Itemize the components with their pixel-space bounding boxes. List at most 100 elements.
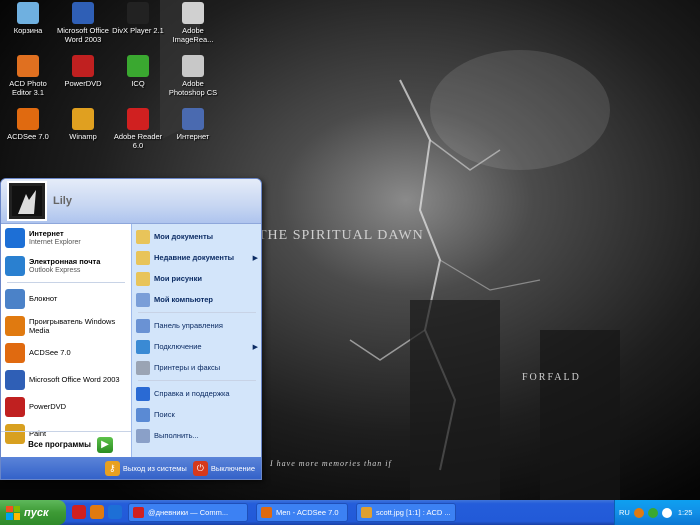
run-icon	[136, 428, 150, 443]
internet-explorer-icon[interactable]	[108, 505, 122, 519]
separator	[138, 312, 256, 313]
desktop-icon[interactable]: ACDSee 7.0	[0, 108, 56, 141]
start-menu-link[interactable]: Поиск	[132, 404, 261, 425]
start-menu-link[interactable]: Мои рисунки	[132, 268, 261, 289]
my-documents-icon	[136, 229, 150, 244]
icq-tray-icon[interactable]	[647, 507, 658, 518]
start-button[interactable]: пуск	[0, 500, 66, 525]
media-player-icon[interactable]	[90, 505, 104, 519]
opera-icon	[133, 507, 144, 518]
desktop-icon-label: PowerDVD	[64, 79, 102, 88]
desktop-icon[interactable]: ACD Photo Editor 3.1	[0, 55, 56, 97]
submenu-arrow-icon: ▶	[252, 343, 258, 351]
quick-launch	[72, 505, 122, 519]
taskbar-button-label: scott.jpg [1:1] : ACD ...	[376, 508, 451, 517]
desktop-icon-label: DivX Player 2.1	[112, 26, 164, 35]
start-menu-link-label: Панель управления	[154, 321, 223, 330]
taskbar-button[interactable]: @дневники — Comm...	[128, 503, 248, 522]
icq-icon	[127, 55, 149, 77]
start-menu-link-label: Недавние документы	[154, 253, 235, 262]
tray-app-icon[interactable]	[633, 507, 644, 518]
user-picture-icon	[12, 186, 42, 216]
control-panel-icon	[136, 318, 150, 333]
start-menu-link[interactable]: Мои документы	[132, 226, 261, 247]
word-icon	[5, 369, 25, 390]
start-menu: Lily Интернет Internet Explorer Электронна…	[0, 178, 262, 480]
language-indicator[interactable]: RU	[619, 508, 630, 517]
winamp-icon	[72, 108, 94, 130]
clock[interactable]: 1:25	[678, 508, 693, 517]
printers-icon	[136, 360, 150, 375]
desktop-icon[interactable]: Adobe ImageRea...	[165, 2, 221, 44]
internet-explorer-icon	[5, 228, 25, 248]
key-icon: ⚷	[104, 460, 120, 476]
start-menu-right-pane: Мои документы Недавние документы ▶ Мои рису…	[131, 224, 261, 457]
pinned-item-subtitle: Outlook Express	[29, 267, 81, 274]
start-menu-link[interactable]: Мой компьютер	[132, 289, 261, 310]
logoff-button[interactable]: ⚷ Выход из системы	[104, 460, 187, 476]
start-menu-left-pane: Интернет Internet Explorer Электронная поч…	[1, 224, 131, 457]
desktop-icon-label: Microsoft Office Word 2003	[57, 26, 109, 44]
acdsee-icon	[261, 507, 272, 518]
desktop-icon[interactable]: ICQ	[110, 55, 166, 88]
recent-item-label: ACDSee 7.0	[29, 348, 71, 357]
start-menu-pinned-item[interactable]: Интернет Internet Explorer	[1, 224, 131, 252]
system-tray: RU 1:25	[614, 500, 700, 525]
powerdvd-icon	[5, 396, 25, 417]
start-menu-link-label: Мои рисунки	[154, 274, 202, 283]
opera-icon[interactable]	[72, 505, 86, 519]
start-menu-link-label: Поиск	[154, 410, 175, 419]
recent-documents-icon	[136, 250, 150, 265]
start-menu-footer: ⚷ Выход из системы ⏻ Выключение	[1, 457, 261, 479]
power-icon: ⏻	[192, 460, 208, 476]
shutdown-button[interactable]: ⏻ Выключение	[192, 460, 255, 476]
taskbar: пуск @дневники — Comm... Men - ACDSee 7.0…	[0, 500, 700, 525]
desktop-icon[interactable]: PowerDVD	[55, 55, 111, 88]
start-menu-link-label: Выполнить...	[154, 431, 199, 440]
start-menu-link-label: Мой компьютер	[154, 295, 213, 304]
start-menu-recent-item[interactable]: PowerDVD	[1, 393, 131, 420]
desktop-icon[interactable]: Корзина	[0, 2, 56, 35]
username: Lily	[53, 195, 72, 207]
start-menu-link[interactable]: Выполнить...	[132, 425, 261, 446]
green-arrow-icon: ▶	[97, 436, 113, 453]
start-menu-link[interactable]: Справка и поддержка	[132, 383, 261, 404]
pinned-item-title: Электронная почта	[29, 257, 101, 266]
all-programs-button[interactable]: Все программы ▶	[1, 431, 131, 457]
my-computer-icon	[136, 292, 150, 307]
start-label: пуск	[24, 506, 49, 519]
start-menu-recent-item[interactable]: Microsoft Office Word 2003	[1, 366, 131, 393]
avatar[interactable]	[7, 181, 47, 221]
taskbar-button[interactable]: scott.jpg [1:1] : ACD ...	[356, 503, 456, 522]
start-menu-link[interactable]: Панель управления	[132, 315, 261, 336]
start-menu-recent-item[interactable]: Проигрыватель Windows Media	[1, 312, 131, 339]
start-menu-link[interactable]: Принтеры и факсы	[132, 357, 261, 378]
recent-item-label: Блокнот	[29, 294, 58, 303]
notepad-icon	[5, 288, 25, 309]
acd-photo-editor-icon	[17, 55, 39, 77]
adobe-reader-icon	[127, 108, 149, 130]
desktop-icon[interactable]: DivX Player 2.1	[110, 2, 166, 35]
volume-icon[interactable]	[661, 507, 672, 518]
start-menu-link[interactable]: Подключение ▶	[132, 336, 261, 357]
search-icon	[136, 407, 150, 422]
photoshop-icon	[182, 55, 204, 77]
start-menu-link-label: Справка и поддержка	[154, 389, 230, 398]
start-menu-pinned-item[interactable]: Электронная почта Outlook Express	[1, 252, 131, 280]
divx-icon	[127, 2, 149, 24]
start-menu-link[interactable]: Недавние документы ▶	[132, 247, 261, 268]
desktop-icon[interactable]: Интернет	[165, 108, 221, 141]
acdsee-icon	[17, 108, 39, 130]
desktop-icon[interactable]: Winamp	[55, 108, 111, 141]
logoff-label: Выход из системы	[122, 463, 187, 473]
start-menu-recent-item[interactable]: ACDSee 7.0	[1, 339, 131, 366]
desktop-icon-label: ICQ	[131, 79, 145, 88]
desktop-icon[interactable]: Adobe Reader 6.0	[110, 108, 166, 150]
separator	[138, 380, 256, 381]
connect-icon	[136, 339, 150, 354]
desktop-icon-label: Adobe Reader 6.0	[113, 132, 163, 150]
taskbar-button[interactable]: Men - ACDSee 7.0	[256, 503, 348, 522]
start-menu-recent-item[interactable]: Блокнот	[1, 285, 131, 312]
desktop-icon[interactable]: Adobe Photoshop CS	[165, 55, 221, 97]
desktop-icon[interactable]: Microsoft Office Word 2003	[55, 2, 111, 44]
